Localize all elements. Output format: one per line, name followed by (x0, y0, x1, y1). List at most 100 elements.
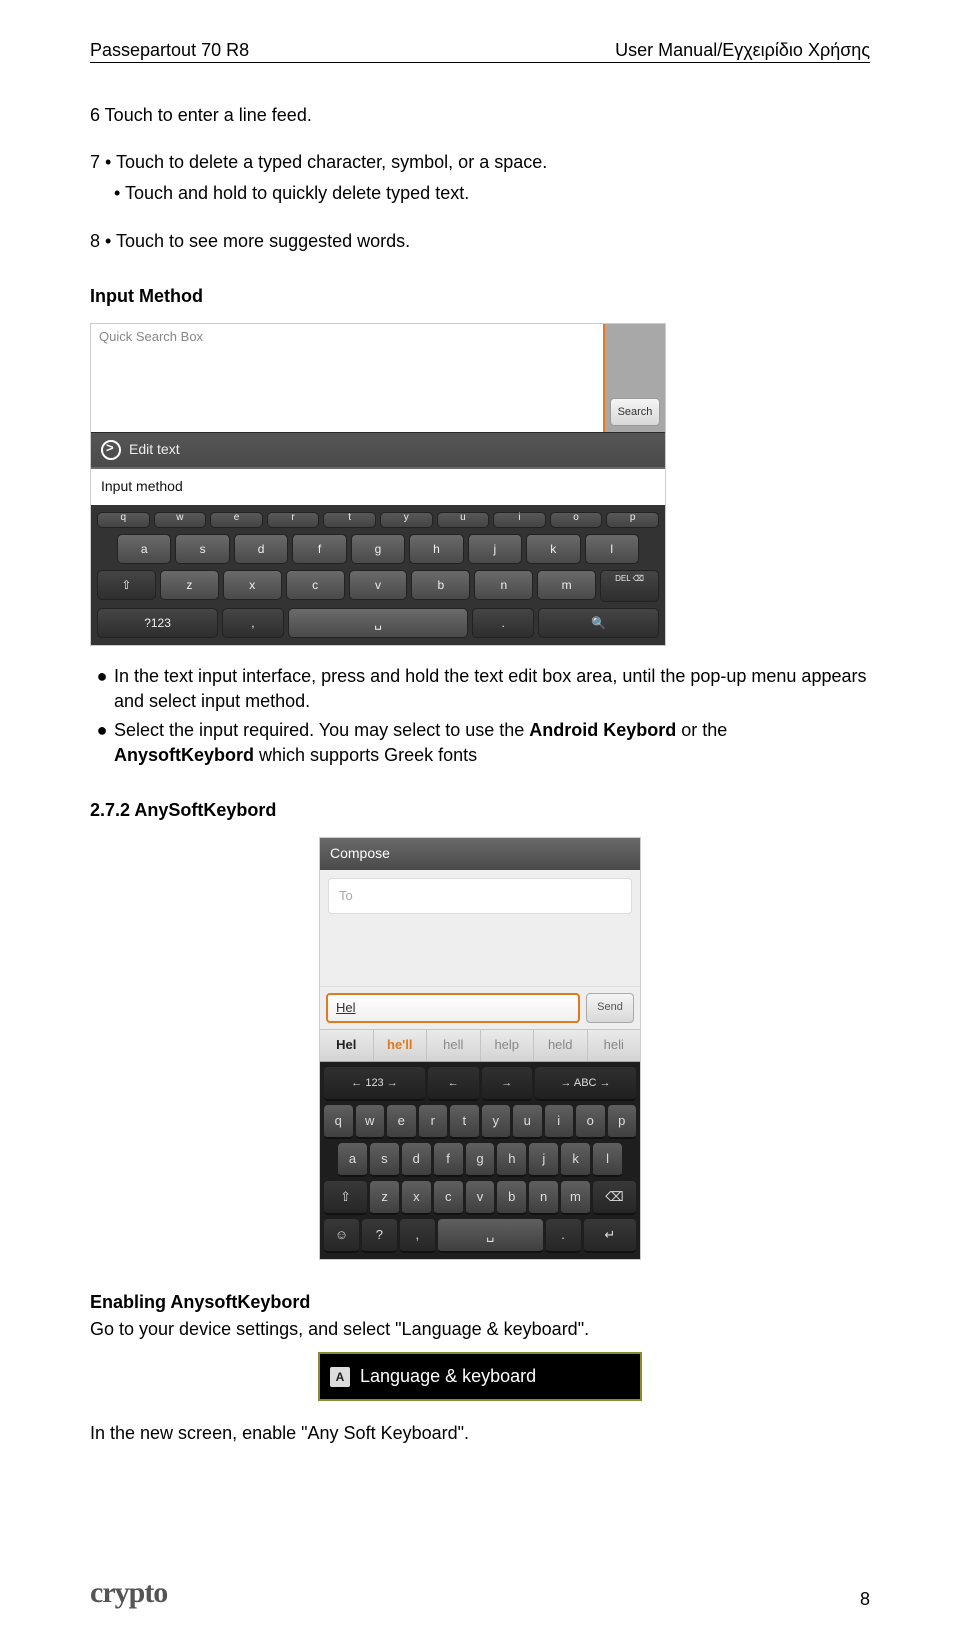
key[interactable]: b (411, 570, 470, 600)
suggestion-item[interactable]: hell (427, 1030, 481, 1060)
key[interactable]: j (529, 1143, 558, 1177)
comma-key[interactable]: , (400, 1219, 435, 1253)
send-button[interactable]: Send (586, 993, 634, 1023)
period-key[interactable]: . (472, 608, 534, 638)
key[interactable]: s (370, 1143, 399, 1177)
key[interactable]: n (474, 570, 533, 600)
bullet-1: In the text input interface, press and h… (114, 664, 870, 714)
key[interactable]: x (223, 570, 282, 600)
circle-icon (101, 440, 121, 460)
anysoft-keyboard[interactable]: ← 123 → ← → → ABC → q w e r t y u i o p (320, 1062, 640, 1259)
suggestion-item[interactable]: held (534, 1030, 588, 1060)
key[interactable]: y (482, 1105, 511, 1139)
key[interactable]: v (466, 1181, 495, 1215)
key[interactable]: c (434, 1181, 463, 1215)
key[interactable]: u (437, 512, 490, 528)
key[interactable]: v (349, 570, 408, 600)
brand-logo: crypto (90, 1576, 167, 1610)
suggestion-item[interactable]: he'll (374, 1030, 428, 1060)
suggestion-item[interactable]: help (481, 1030, 535, 1060)
space-key[interactable]: ␣ (288, 608, 469, 638)
key[interactable]: h (497, 1143, 526, 1177)
screenshot-language-keyboard[interactable]: A Language & keyboard (318, 1352, 642, 1401)
key[interactable]: p (608, 1105, 637, 1139)
key[interactable]: q (97, 512, 150, 528)
key[interactable]: b (497, 1181, 526, 1215)
key[interactable]: w (154, 512, 207, 528)
key[interactable]: i (493, 512, 546, 528)
key[interactable]: f (434, 1143, 463, 1177)
key[interactable]: z (160, 570, 219, 600)
key[interactable]: n (529, 1181, 558, 1215)
screenshot-input-method: Quick Search Box Search Edit text Input … (90, 323, 666, 646)
search-key[interactable]: 🔍 (538, 608, 659, 638)
key[interactable]: m (561, 1181, 590, 1215)
key[interactable]: u (513, 1105, 542, 1139)
key[interactable]: k (526, 534, 580, 564)
key[interactable]: r (419, 1105, 448, 1139)
shift-key[interactable]: ⇧ (324, 1181, 367, 1215)
question-key[interactable]: ? (362, 1219, 397, 1253)
nav-key[interactable]: → ABC → (535, 1067, 636, 1101)
delete-key[interactable]: DEL ⌫ (600, 570, 659, 602)
nav-key[interactable]: ← 123 → (324, 1067, 425, 1101)
key[interactable]: o (550, 512, 603, 528)
key[interactable]: o (576, 1105, 605, 1139)
key[interactable]: e (210, 512, 263, 528)
key[interactable]: l (593, 1143, 622, 1177)
suggestion-item[interactable]: Hel (320, 1030, 374, 1060)
key[interactable]: e (387, 1105, 416, 1139)
key[interactable]: m (537, 570, 596, 600)
bullet-icon: ● (90, 718, 114, 768)
comma-key[interactable]: , (222, 608, 284, 638)
search-button[interactable]: Search (610, 398, 660, 426)
key[interactable]: l (585, 534, 639, 564)
key[interactable]: a (338, 1143, 367, 1177)
compose-header: Compose (320, 838, 640, 870)
android-keyboard[interactable]: q w e r t y u i o p a s d f g h (91, 505, 665, 645)
smiley-key[interactable]: ☺ (324, 1219, 359, 1253)
key[interactable]: t (323, 512, 376, 528)
key[interactable]: y (380, 512, 433, 528)
key[interactable]: g (466, 1143, 495, 1177)
suggestion-item[interactable]: heli (588, 1030, 641, 1060)
page-footer: crypto 8 (90, 1576, 870, 1610)
key[interactable]: g (351, 534, 405, 564)
key[interactable]: i (545, 1105, 574, 1139)
key[interactable]: p (606, 512, 659, 528)
heading-anysoftkeybord: 2.7.2 AnySoftKeybord (90, 798, 870, 823)
key[interactable]: z (370, 1181, 399, 1215)
last-paragraph: In the new screen, enable "Any Soft Keyb… (90, 1421, 870, 1446)
key[interactable]: s (175, 534, 229, 564)
key[interactable]: f (292, 534, 346, 564)
message-input[interactable]: Hel (326, 993, 580, 1023)
step-6: 6 Touch to enter a line feed. (90, 103, 870, 128)
space-key[interactable]: ␣ (438, 1219, 543, 1253)
suggestion-bar[interactable]: Hel he'll hell help held heli (320, 1029, 640, 1061)
content-body: 6 Touch to enter a line feed. 7 • Touch … (90, 103, 870, 1446)
key[interactable]: x (402, 1181, 431, 1215)
key[interactable]: a (117, 534, 171, 564)
language-keyboard-label: Language & keyboard (360, 1364, 536, 1389)
symbols-key[interactable]: ?123 (97, 608, 218, 638)
enter-key[interactable]: ↵ (584, 1219, 636, 1253)
enabling-text: Go to your device settings, and select "… (90, 1317, 870, 1342)
key[interactable]: w (356, 1105, 385, 1139)
to-field[interactable]: To (328, 878, 632, 914)
heading-input-method: Input Method (90, 284, 870, 309)
key[interactable]: k (561, 1143, 590, 1177)
period-key[interactable]: . (546, 1219, 581, 1253)
key[interactable]: d (402, 1143, 431, 1177)
shift-key[interactable]: ⇧ (97, 570, 156, 600)
nav-key[interactable]: → (482, 1067, 533, 1101)
menu-item-input-method[interactable]: Input method (91, 469, 665, 505)
delete-key[interactable]: ⌫ (593, 1181, 636, 1215)
key[interactable]: c (286, 570, 345, 600)
key[interactable]: q (324, 1105, 353, 1139)
key[interactable]: h (409, 534, 463, 564)
key[interactable]: d (234, 534, 288, 564)
key[interactable]: j (468, 534, 522, 564)
nav-key[interactable]: ← (428, 1067, 479, 1101)
key[interactable]: t (450, 1105, 479, 1139)
key[interactable]: r (267, 512, 320, 528)
